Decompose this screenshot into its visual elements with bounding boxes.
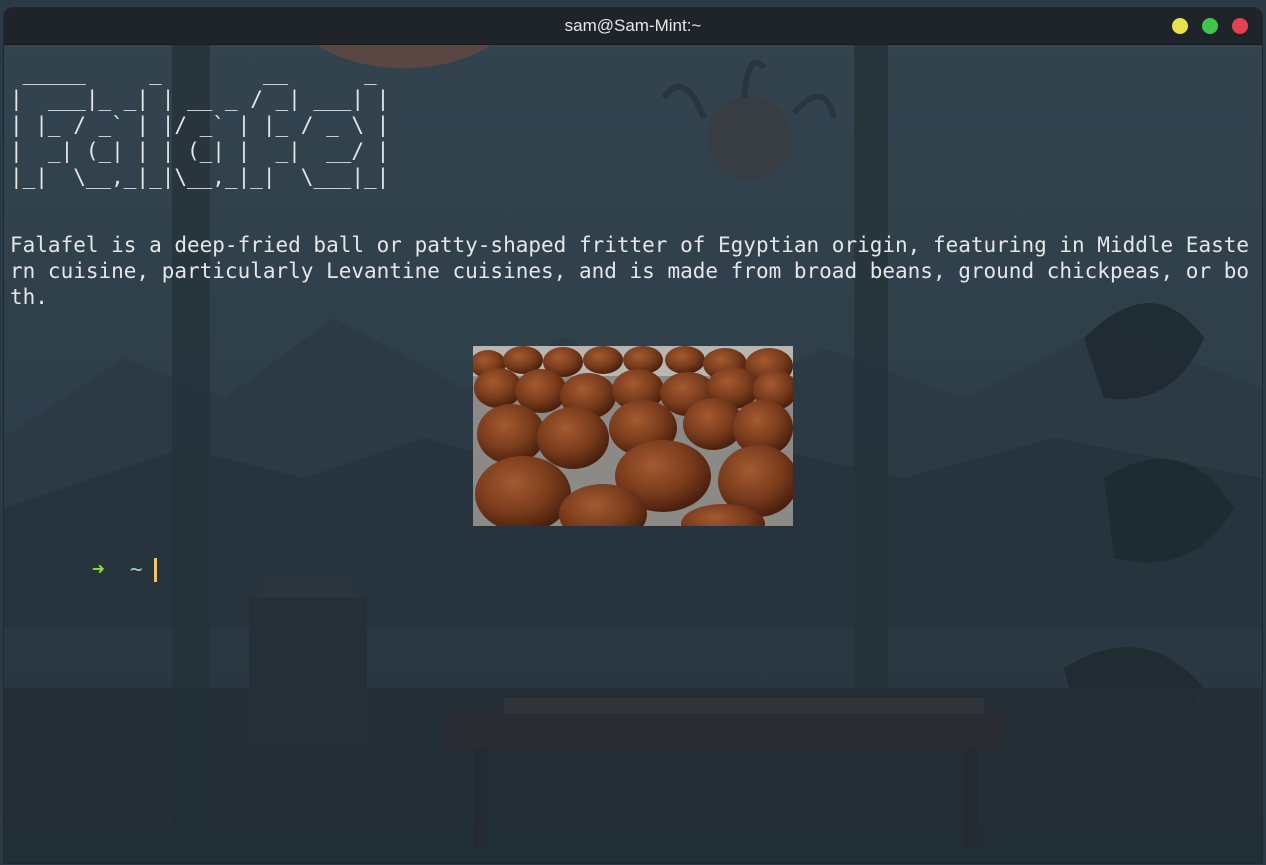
terminal-window: sam@Sam-Mint:~ _____ _ __ _ | ___|_ _| |… — [4, 8, 1262, 863]
falafel-photo — [473, 346, 793, 526]
prompt-arrow: ➜ — [91, 557, 105, 581]
ascii-art-banner: _____ _ __ _ | ___|_ _| | __ _ / _| ___|… — [10, 61, 390, 189]
shell-prompt[interactable]: ➜ ~ — [16, 530, 158, 608]
minimize-button[interactable] — [1172, 18, 1188, 34]
close-button[interactable] — [1232, 18, 1248, 34]
window-title: sam@Sam-Mint:~ — [564, 16, 702, 35]
maximize-button[interactable] — [1202, 18, 1218, 34]
text-cursor — [154, 558, 158, 582]
falafel-photo-image — [473, 346, 793, 526]
description-text: Falafel is a deep-fried ball or patty-sh… — [10, 233, 1250, 309]
prompt-directory: ~ — [129, 557, 143, 581]
title-bar[interactable]: sam@Sam-Mint:~ — [4, 8, 1262, 45]
